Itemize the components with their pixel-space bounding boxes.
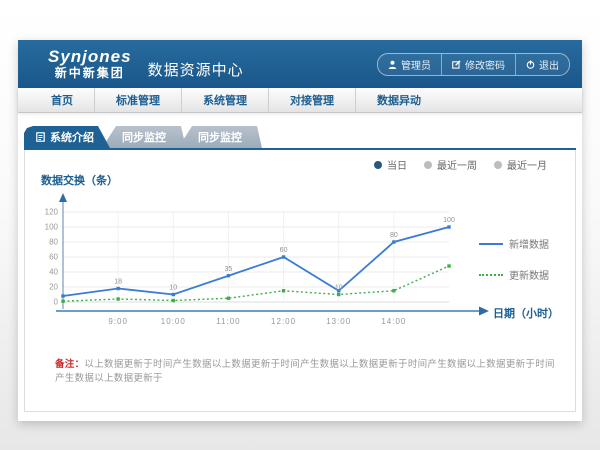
nav-item-home[interactable]: 首页	[30, 88, 94, 112]
data-point	[337, 293, 340, 296]
edit-icon	[452, 60, 461, 69]
data-point	[61, 294, 64, 297]
header-actions: 管理员 修改密码 退出	[377, 53, 570, 76]
y-tick-label: 100	[45, 223, 59, 232]
nav-item-data-change[interactable]: 数据异动	[355, 88, 442, 112]
data-point	[447, 225, 450, 228]
x-tick-label: 10:00	[161, 317, 186, 326]
x-tick-label: 13:00	[326, 317, 351, 326]
legend-updated-data-label: 更新数据	[509, 267, 549, 282]
note-separator: ：	[75, 359, 85, 370]
logo-subtext: 新中新集团	[48, 67, 132, 80]
filter-last-month-label: 最近一月	[507, 157, 547, 172]
tab-system-intro-label: 系统介绍	[50, 129, 94, 145]
nav-item-system-mgmt[interactable]: 系统管理	[181, 88, 268, 112]
x-tick-label: 11:00	[216, 317, 240, 326]
nav-item-standard-mgmt[interactable]: 标准管理	[94, 88, 181, 112]
legend-item-updated-data: 更新数据	[479, 267, 565, 282]
logout-label: 退出	[539, 57, 559, 72]
tab-system-intro[interactable]: 系统介绍	[24, 126, 110, 148]
data-point	[392, 289, 395, 292]
data-point-label: 10	[169, 285, 177, 292]
data-point	[227, 274, 230, 277]
tab-bar: 系统介绍 同步监控 同步监控	[24, 126, 576, 148]
data-point-label: 35	[225, 266, 233, 273]
y-tick-label: 20	[49, 283, 58, 292]
change-password-button[interactable]: 修改密码	[441, 54, 515, 75]
x-tick-label: 9:00	[108, 317, 128, 326]
time-range-filters: 当日 最近一周 最近一月	[374, 157, 547, 172]
data-point-label: 80	[390, 232, 398, 239]
main-nav: 首页 标准管理 系统管理 对接管理 数据异动	[18, 88, 582, 113]
logout-button[interactable]: 退出	[515, 54, 569, 75]
tab-sync-monitor-1-label: 同步监控	[122, 129, 166, 145]
data-point-label: 100	[443, 217, 455, 224]
change-password-label: 修改密码	[465, 57, 505, 72]
x-tick-label: 14:00	[381, 317, 406, 326]
data-point	[282, 255, 285, 258]
green-dotted-sample-icon	[479, 274, 503, 276]
filter-last-month[interactable]: 最近一月	[494, 157, 547, 172]
chart-legend: 新增数据 更新数据	[479, 236, 565, 298]
admin-user-label: 管理员	[401, 57, 431, 72]
user-icon	[388, 60, 397, 69]
y-tick-label: 60	[49, 253, 58, 262]
y-tick-label: 0	[54, 298, 59, 307]
data-point	[61, 300, 64, 303]
y-tick-label: 120	[45, 208, 59, 217]
line-chart: 0 20 40 60 80 100 120 9:00 10:00 11:00 12:00 13:00 1…	[33, 190, 495, 335]
filter-last-week-label: 最近一周	[437, 157, 477, 172]
company-logo: Synjones 新中新集团	[48, 48, 132, 80]
tab-sync-monitor-2[interactable]: 同步监控	[178, 126, 262, 148]
data-point-label: 18	[114, 279, 122, 286]
x-tick-label: 12:00	[271, 317, 296, 326]
app-header: Synjones 新中新集团 数据资源中心 管理员 修改密码	[18, 40, 582, 88]
data-point	[282, 289, 285, 292]
power-icon	[526, 60, 535, 69]
x-axis-arrow-icon	[479, 307, 489, 316]
data-point	[116, 297, 119, 300]
chart-panel: 当日 最近一周 最近一月 数据交换（条） 0 20 40 60 80 100 120 9:00…	[24, 150, 576, 412]
blue-line-sample-icon	[479, 243, 503, 245]
filter-last-week[interactable]: 最近一周	[424, 157, 477, 172]
content-area: 系统介绍 同步监控 同步监控 当日 最近一周	[18, 113, 582, 412]
document-icon	[36, 132, 45, 142]
page-title: 数据资源中心	[148, 59, 244, 80]
nav-item-interface-mgmt[interactable]: 对接管理	[268, 88, 355, 112]
y-axis-arrow-icon	[59, 193, 67, 202]
admin-user-button[interactable]: 管理员	[378, 54, 441, 75]
filter-today[interactable]: 当日	[374, 157, 407, 172]
tab-sync-monitor-1[interactable]: 同步监控	[102, 126, 186, 148]
data-point	[447, 264, 450, 267]
data-point	[392, 240, 395, 243]
footer-note: 备注：以上数据更新于时间产生数据以上数据更新于时间产生数据以上数据更新于时间产生…	[55, 356, 555, 384]
tab-sync-monitor-2-label: 同步监控	[198, 129, 242, 145]
data-point	[172, 293, 175, 296]
radio-icon	[494, 161, 502, 169]
data-point-label: 60	[280, 247, 288, 254]
y-tick-label: 80	[49, 238, 58, 247]
legend-item-new-data: 新增数据	[479, 236, 565, 251]
note-label: 备注	[55, 359, 75, 370]
data-point	[227, 297, 230, 300]
chart-wrap: 0 20 40 60 80 100 120 9:00 10:00 11:00 12:00 13:00 1…	[33, 190, 495, 340]
legend-new-data-label: 新增数据	[509, 236, 549, 251]
x-axis-title: 日期（小时）	[493, 305, 559, 321]
data-point	[172, 299, 175, 302]
radio-icon	[424, 161, 432, 169]
filter-today-label: 当日	[387, 157, 407, 172]
y-tick-label: 40	[49, 268, 58, 277]
note-text: 以上数据更新于时间产生数据以上数据更新于时间产生数据以上数据更新于时间产生数据以…	[55, 359, 555, 384]
logo-text: Synjones	[48, 48, 132, 67]
y-axis-title: 数据交换（条）	[41, 172, 118, 188]
data-point	[116, 287, 119, 290]
browser-page: Synjones 新中新集团 数据资源中心 管理员 修改密码	[18, 40, 582, 421]
data-point-label: 10	[335, 285, 343, 292]
radio-selected-icon	[374, 161, 382, 169]
